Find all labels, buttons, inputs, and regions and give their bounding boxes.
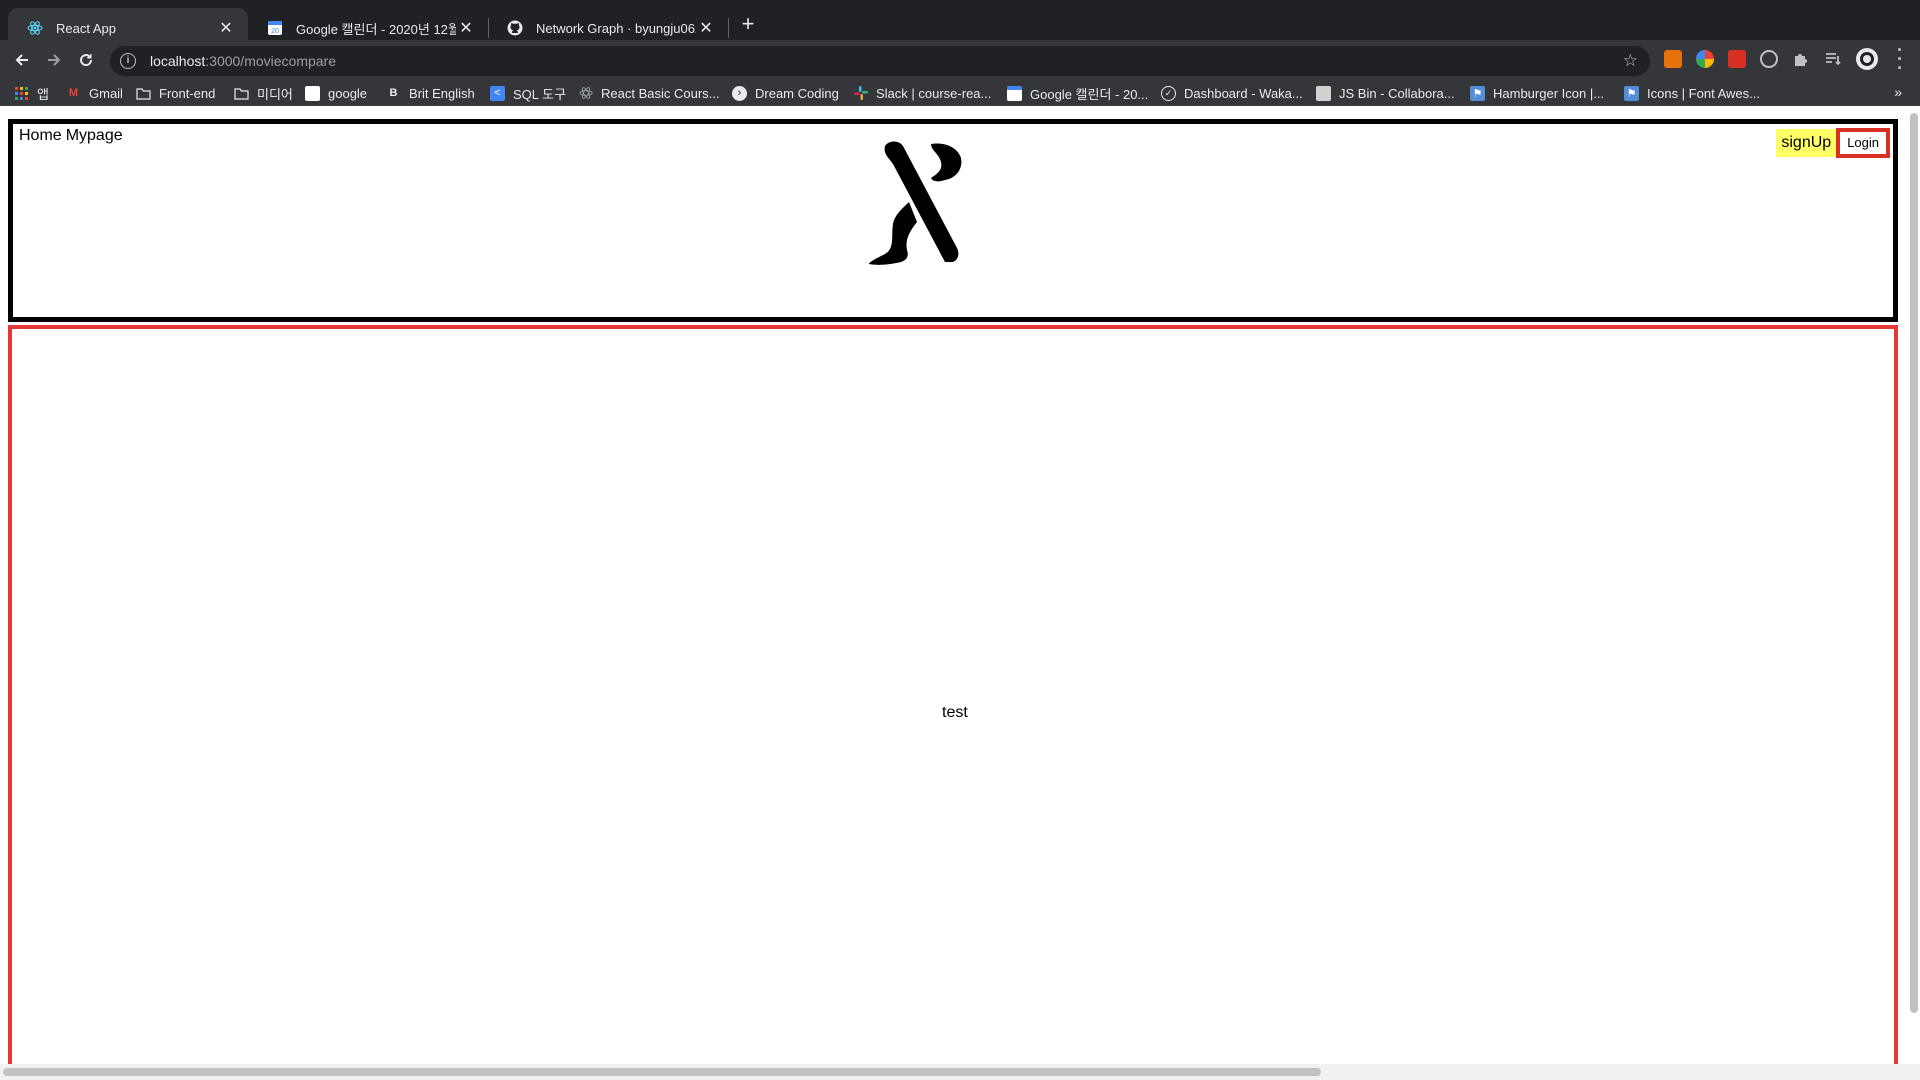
bookmarks-bar: 앱 M Gmail Front-end 미디어 google B Brit En… xyxy=(0,80,1920,106)
wakatime-icon: ✓ xyxy=(1161,85,1176,101)
folder-icon xyxy=(234,86,249,101)
svg-text:20: 20 xyxy=(271,28,279,35)
bookmark-brit-english[interactable]: B Brit English xyxy=(386,84,475,102)
bookmark-gmail[interactable]: M Gmail xyxy=(66,84,123,102)
target-extension-icon[interactable] xyxy=(1760,50,1778,68)
bookmark-star-icon[interactable]: ☆ xyxy=(1623,51,1638,71)
puzzle-extensions-icon[interactable] xyxy=(1792,50,1810,68)
folder-icon xyxy=(136,86,151,101)
url-host: localhost xyxy=(150,53,206,69)
bookmark-wakatime[interactable]: ✓ Dashboard - Waka... xyxy=(1161,84,1303,102)
bookmark-label: Dashboard - Waka... xyxy=(1184,85,1303,101)
address-bar[interactable]: i localhost:3000/moviecompare ☆ xyxy=(110,46,1650,76)
bookmark-label: Google 캘린더 - 20... xyxy=(1030,86,1149,102)
back-button[interactable] xyxy=(10,48,34,72)
bookmark-label: Gmail xyxy=(89,85,123,101)
brit-english-icon: B xyxy=(389,87,398,99)
browser-toolbar: i localhost:3000/moviecompare ☆ · · · xyxy=(0,40,1920,80)
share-icon: < xyxy=(490,85,505,101)
bookmark-label: Dream Coding xyxy=(755,85,839,101)
forward-button[interactable] xyxy=(42,48,66,72)
bookmark-sql-tool[interactable]: < SQL 도구 xyxy=(490,84,566,102)
bookmark-google-calendar[interactable]: Google 캘린더 - 20... xyxy=(1007,84,1148,102)
close-tab-icon[interactable]: ✕ xyxy=(216,18,236,38)
login-button[interactable]: Login xyxy=(1836,128,1890,158)
new-tab-button[interactable]: + xyxy=(738,12,758,36)
slack-icon xyxy=(853,86,868,101)
horizontal-scrollbar[interactable] xyxy=(3,1068,1321,1076)
reading-list-icon[interactable] xyxy=(1824,50,1842,68)
bookmark-slack[interactable]: Slack | course-rea... xyxy=(853,84,991,102)
extension-ext-icon[interactable] xyxy=(1664,50,1682,68)
close-tab-icon[interactable]: ✕ xyxy=(456,18,476,38)
reload-icon xyxy=(80,54,93,67)
font-awesome-flag-icon: ⚑ xyxy=(1470,85,1485,101)
react-icon xyxy=(26,19,44,37)
bookmark-jsbin[interactable]: JS Bin - Collabora... xyxy=(1316,84,1455,102)
font-awesome-flag-icon: ⚑ xyxy=(1624,85,1639,101)
tab-title: React App xyxy=(56,20,116,36)
bookmark-front-end[interactable]: Front-end xyxy=(136,84,215,102)
google-calendar-icon: 20 xyxy=(266,19,284,37)
bookmarks-overflow-button[interactable]: » xyxy=(1894,84,1902,100)
jsbin-icon xyxy=(1316,85,1331,101)
site-nav: Home Mypage xyxy=(19,127,127,145)
bookmark-label: JS Bin - Collabora... xyxy=(1339,85,1455,101)
bookmark-media[interactable]: 미디어 xyxy=(234,84,293,102)
dream-coding-icon: › xyxy=(732,85,747,101)
bookmark-dream-coding[interactable]: › Dream Coding xyxy=(732,84,839,102)
bookmark-hamburger-icon[interactable]: ⚑ Hamburger Icon |... xyxy=(1470,84,1604,102)
arrow-left-icon xyxy=(15,54,28,66)
bookmark-label: google xyxy=(328,85,368,101)
more-menu-icon[interactable]: · · · xyxy=(1894,41,1906,77)
bookmark-label: SQL 도구 xyxy=(513,86,567,102)
google-calendar-icon xyxy=(1007,85,1022,101)
tab-title: Network Graph · byungju0624/ xyxy=(536,20,696,36)
bookmark-react-basic[interactable]: React Basic Cours... xyxy=(578,84,720,102)
main-content: test xyxy=(8,325,1898,1080)
horizontal-scrollbar-track xyxy=(0,1064,1920,1080)
bookmark-label: 앱 xyxy=(37,86,49,102)
auth-buttons: signUp Login xyxy=(1776,128,1890,158)
bookmark-label: 미디어 xyxy=(257,86,293,102)
info-icon[interactable]: i xyxy=(120,53,136,69)
react-icon xyxy=(578,86,593,101)
page-icon xyxy=(305,85,320,101)
bookmark-label: Brit English xyxy=(409,85,475,101)
apps-grid-icon xyxy=(14,86,29,101)
vertical-scrollbar[interactable] xyxy=(1910,113,1918,1013)
reload-button[interactable] xyxy=(74,48,98,72)
bookmark-icons-font-awesome[interactable]: ⚑ Icons | Font Awes... xyxy=(1624,84,1760,102)
bookmark-google[interactable]: google xyxy=(305,84,367,102)
page-viewport: Home Mypage signUp Login test xyxy=(0,107,1920,1080)
bookmark-label: React Basic Cours... xyxy=(601,85,720,101)
arrow-right-icon xyxy=(48,54,61,66)
gmail-icon: M xyxy=(68,87,79,99)
bookmark-label: Front-end xyxy=(159,85,216,101)
pdf-extension-icon[interactable] xyxy=(1728,50,1746,68)
mypage-link[interactable]: Mypage xyxy=(66,127,123,144)
bookmark-label: Slack | course-rea... xyxy=(876,85,992,101)
color-picker-extension-icon[interactable] xyxy=(1696,50,1714,68)
bookmark-apps[interactable]: 앱 xyxy=(14,84,49,102)
close-tab-icon[interactable]: ✕ xyxy=(696,18,716,38)
signup-button[interactable]: signUp xyxy=(1776,129,1837,157)
github-icon xyxy=(506,19,524,37)
profile-avatar[interactable] xyxy=(1856,48,1878,70)
aleph-logo-icon xyxy=(869,141,962,265)
bookmark-label: Icons | Font Awes... xyxy=(1647,85,1760,101)
site-logo xyxy=(865,138,975,268)
tab-title: Google 캘린더 - 2020년 12월 20 xyxy=(296,21,456,37)
home-link[interactable]: Home xyxy=(19,127,62,144)
main-text: test xyxy=(942,704,968,721)
url-path: :3000/moviecompare xyxy=(205,53,337,69)
site-header: Home Mypage signUp Login xyxy=(8,119,1898,322)
tab-separator xyxy=(728,18,729,38)
bookmark-label: Hamburger Icon |... xyxy=(1493,85,1605,101)
